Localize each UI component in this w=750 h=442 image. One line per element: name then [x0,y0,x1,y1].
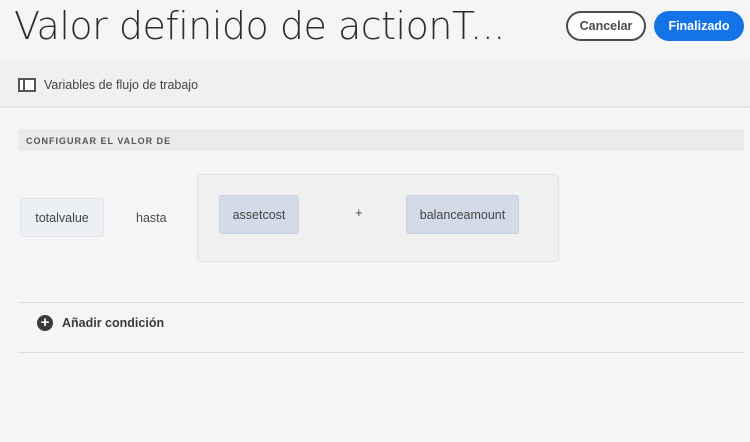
math-operator[interactable]: + [355,205,363,220]
add-condition-button[interactable]: Añadir condición [62,316,164,330]
target-variable-chip[interactable]: totalvalue [20,198,104,237]
done-button[interactable]: Finalizado [654,11,744,41]
operand-chip-2[interactable]: balanceamount [406,195,519,234]
add-circle-icon[interactable]: + [37,315,53,331]
operand-chip-1[interactable]: assetcost [219,195,299,234]
sidebar-panel-icon[interactable] [18,78,36,92]
divider [18,352,744,353]
divider [18,302,744,303]
workflow-variables-link[interactable]: Variables de flujo de trabajo [44,78,198,92]
operator-label: hasta [136,211,167,225]
section-header: CONFIGURAR EL VALOR DE [18,129,744,151]
cancel-button[interactable]: Cancelar [566,11,646,41]
page-title: Valor definido de actionT... [14,4,505,48]
